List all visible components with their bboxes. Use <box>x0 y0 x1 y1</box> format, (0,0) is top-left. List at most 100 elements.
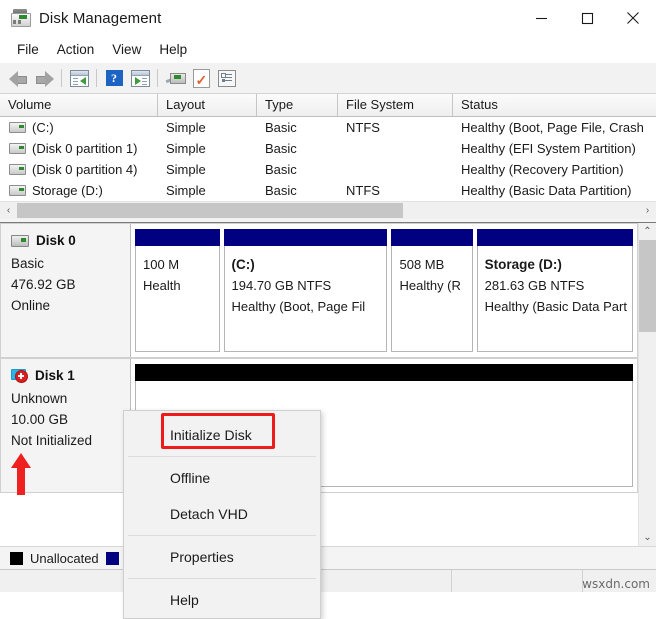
partition-recovery[interactable]: 508 MB Healthy (R <box>391 229 472 352</box>
disk0-name: Disk 0 <box>36 233 76 248</box>
menu-view[interactable]: View <box>103 39 150 60</box>
menu-help[interactable]: Help <box>150 39 196 60</box>
basic-disk-icon <box>11 235 29 247</box>
detail-list-icon[interactable] <box>214 66 240 90</box>
disk1-title: Disk 1 <box>11 368 130 383</box>
toolbar-separator <box>61 69 62 87</box>
scroll-right-icon[interactable]: › <box>639 202 656 219</box>
cell-volume: (Disk 0 partition 1) <box>0 138 158 159</box>
watermark: wsxdn.com <box>582 577 650 591</box>
maximize-button[interactable] <box>564 0 610 36</box>
cell-layout: Simple <box>158 138 257 159</box>
scroll-down-icon[interactable]: ⌄ <box>639 529 656 546</box>
table-row[interactable]: (Disk 0 partition 4) Simple Basic Health… <box>0 159 656 180</box>
volume-drive-icon <box>9 164 26 175</box>
disk1-info-panel[interactable]: Disk 1 Unknown 10.00 GB Not Initialized <box>0 358 131 493</box>
cell-file-system <box>338 138 453 159</box>
disk-management-icon <box>10 9 30 27</box>
cell-layout: Simple <box>158 159 257 180</box>
disk-row-disk0[interactable]: Disk 0 Basic 476.92 GB Online 100 M Heal… <box>0 223 638 358</box>
minimize-button[interactable] <box>518 0 564 36</box>
scroll-left-icon[interactable]: ‹ <box>0 202 17 219</box>
table-row[interactable]: Storage (D:) Simple Basic NTFS Healthy (… <box>0 180 656 201</box>
menu-file[interactable]: File <box>8 39 48 60</box>
partition-storage-d[interactable]: Storage (D:) 281.63 GB NTFS Healthy (Bas… <box>477 229 633 352</box>
partition-color-bar <box>391 229 472 246</box>
cell-layout: Simple <box>158 180 257 201</box>
context-menu-item-offline[interactable]: Offline <box>124 460 320 496</box>
partition-size: 194.70 GB NTFS <box>232 275 387 296</box>
disk0-info-panel[interactable]: Disk 0 Basic 476.92 GB Online <box>0 223 131 358</box>
graphical-view-vertical-scrollbar[interactable]: ⌃ ⌄ <box>638 223 656 546</box>
context-menu-separator <box>128 535 316 536</box>
column-header-file-system[interactable]: File System <box>338 94 453 116</box>
menu-action[interactable]: Action <box>48 39 104 60</box>
vscroll-thumb[interactable] <box>639 240 656 332</box>
volume-drive-icon <box>9 143 26 154</box>
cell-status: Healthy (Boot, Page File, Crash <box>453 117 656 138</box>
context-menu-item-detach-vhd[interactable]: Detach VHD <box>124 496 320 532</box>
forward-arrow-icon[interactable] <box>31 66 57 90</box>
window-title: Disk Management <box>39 10 161 27</box>
cell-layout: Simple <box>158 117 257 138</box>
column-header-type[interactable]: Type <box>257 94 338 116</box>
cell-status: Healthy (Basic Data Partition) <box>453 180 656 201</box>
show-hide-console-tree-icon[interactable] <box>127 66 153 90</box>
column-header-layout[interactable]: Layout <box>158 94 257 116</box>
context-menu-item-initialize-disk[interactable]: Initialize Disk <box>124 417 320 453</box>
partition-color-bar <box>477 229 633 246</box>
column-header-status[interactable]: Status <box>453 94 656 116</box>
disk1-state: Not Initialized <box>11 430 130 451</box>
cell-type: Basic <box>257 159 338 180</box>
volume-list-header: Volume Layout Type File System Status <box>0 94 656 117</box>
cell-type: Basic <box>257 138 338 159</box>
rescan-disks-icon[interactable] <box>162 66 188 90</box>
back-arrow-icon[interactable] <box>5 66 31 90</box>
vscroll-track[interactable] <box>639 240 656 529</box>
cell-volume: (C:) <box>0 117 158 138</box>
cell-volume: Storage (D:) <box>0 180 158 201</box>
cell-file-system: NTFS <box>338 117 453 138</box>
context-menu-separator <box>128 578 316 579</box>
toolbar: ? ✓ <box>0 63 656 94</box>
partition-body: 100 M Health <box>135 246 220 352</box>
context-menu-item-help[interactable]: Help <box>124 582 320 618</box>
table-row[interactable]: (C:) Simple Basic NTFS Healthy (Boot, Pa… <box>0 117 656 138</box>
column-header-volume[interactable]: Volume <box>0 94 158 116</box>
partition-title: Storage (D:) <box>485 254 632 275</box>
cell-volume-text: Storage (D:) <box>32 180 103 201</box>
volume-list-horizontal-scrollbar[interactable]: ‹ › <box>0 201 656 219</box>
disk1-type: Unknown <box>11 388 130 409</box>
context-menu-separator <box>128 456 316 457</box>
cell-volume-text: (C:) <box>32 117 54 138</box>
status-segment-3 <box>452 570 583 592</box>
partition-status: Healthy (Basic Data Part <box>485 296 632 317</box>
help-question-icon[interactable]: ? <box>101 66 127 90</box>
up-one-level-icon[interactable] <box>66 66 92 90</box>
disk0-type: Basic <box>11 253 130 274</box>
disk0-capacity: 476.92 GB <box>11 274 130 295</box>
hscroll-thumb[interactable] <box>17 203 403 218</box>
partition-body: 508 MB Healthy (R <box>391 246 472 352</box>
disk-management-window: Disk Management File Action View Help <box>0 0 656 592</box>
scroll-up-icon[interactable]: ⌃ <box>639 223 656 240</box>
context-menu-item-properties[interactable]: Properties <box>124 539 320 575</box>
cell-volume-text: (Disk 0 partition 4) <box>32 159 137 180</box>
partition-status: Healthy (R <box>399 275 471 296</box>
partition-c[interactable]: (C:) 194.70 GB NTFS Healthy (Boot, Page … <box>224 229 388 352</box>
partition-size: 281.63 GB NTFS <box>485 275 632 296</box>
table-row[interactable]: (Disk 0 partition 1) Simple Basic Health… <box>0 138 656 159</box>
toolbar-separator <box>96 69 97 87</box>
partition-body: Storage (D:) 281.63 GB NTFS Healthy (Bas… <box>477 246 633 352</box>
legend-label-unallocated: Unallocated <box>30 551 99 566</box>
status-bar: wsxdn.com <box>0 569 656 592</box>
cell-file-system: NTFS <box>338 180 453 201</box>
cell-status: Healthy (Recovery Partition) <box>453 159 656 180</box>
title-bar: Disk Management <box>0 0 656 36</box>
close-button[interactable] <box>610 0 656 36</box>
partition-size: 508 MB <box>399 254 471 275</box>
disk1-context-menu: Initialize Disk Offline Detach VHD Prope… <box>123 410 321 619</box>
properties-doc-icon[interactable]: ✓ <box>188 66 214 90</box>
partition-efi[interactable]: 100 M Health <box>135 229 220 352</box>
hscroll-track[interactable] <box>17 202 639 219</box>
